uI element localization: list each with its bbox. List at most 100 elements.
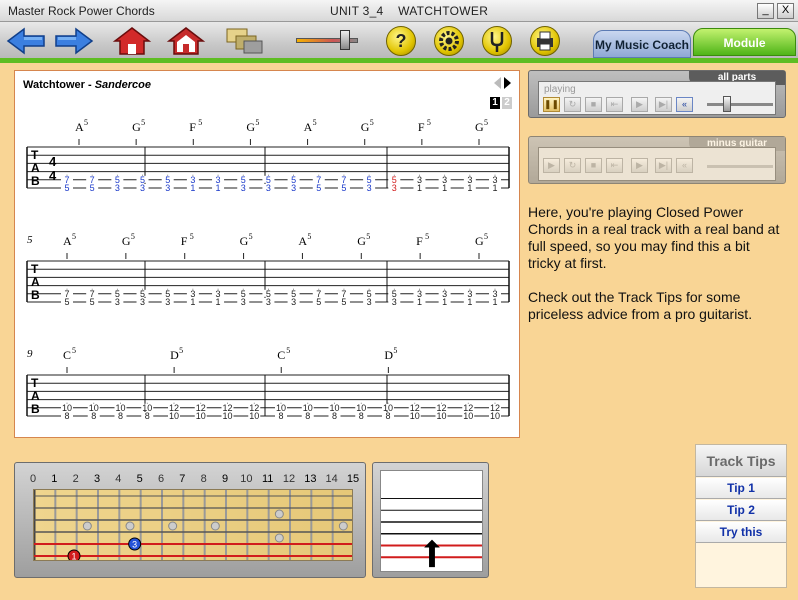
back-arrow-icon[interactable] [6, 26, 46, 56]
tuning-fork-icon [490, 32, 504, 52]
tab-clef-letter: B [31, 174, 40, 188]
fret-number-label: 5 [136, 473, 143, 485]
fret-inlay [125, 521, 135, 531]
loop-button[interactable]: ↻ [564, 97, 581, 112]
to-start-button[interactable]: ⇤ [606, 97, 623, 112]
tuner-button[interactable] [482, 26, 512, 56]
chord-superscript: 5 [366, 232, 370, 241]
fret-inlay [168, 521, 178, 531]
rewind-button[interactable]: « [676, 97, 693, 112]
fret-number: 5 [316, 297, 321, 307]
fret-number-label: 0 [29, 473, 37, 485]
tab-module[interactable]: Module [693, 28, 796, 56]
fret-number: 1 [190, 297, 195, 307]
forward-arrow-icon[interactable] [54, 26, 94, 56]
fret-number: 5 [64, 297, 69, 307]
fret-number: 5 [64, 183, 69, 193]
description-paragraph-1: Here, you're playing Closed Power Chords… [528, 204, 780, 271]
fret-number: 3 [140, 183, 145, 193]
fret-number-label: 9 [221, 473, 229, 485]
cards-icon[interactable] [224, 26, 264, 56]
home-icon[interactable] [112, 26, 152, 56]
fret-number: 3 [392, 297, 397, 307]
skip-start-icon: ⇤ [610, 99, 619, 109]
fret-number: 1 [216, 183, 221, 193]
minus-loop-button[interactable]: ↻ [564, 158, 581, 173]
fret-number: 1 [492, 297, 497, 307]
tab-clef-letter: T [31, 376, 39, 390]
tab-clef-letter: A [31, 389, 40, 403]
fret-number: 1 [417, 183, 422, 193]
play-icon: ▶ [636, 99, 643, 109]
stop-icon: ■ [590, 99, 597, 109]
fret-number: 8 [332, 411, 337, 421]
chord-name: G [475, 120, 484, 134]
fretboard-panel: 0 1 2 3 4 5 6 7 8 9 10 11 12 13 14 15 13 [14, 462, 366, 578]
close-button[interactable]: X [777, 3, 794, 19]
fret-number: 10 [196, 411, 206, 421]
fret-number: 3 [115, 183, 120, 193]
chord-name: D [170, 348, 179, 362]
fret-number: 1 [442, 183, 447, 193]
minus-play-button[interactable]: ▶ [543, 158, 560, 173]
fret-number-label: 12 [282, 473, 296, 485]
all-parts-volume-knob[interactable] [723, 96, 731, 112]
bar-number: 5 [27, 234, 33, 246]
master-volume-knob[interactable] [340, 30, 350, 50]
fret-number: 10 [436, 411, 446, 421]
chord-name: C [277, 348, 285, 362]
app-title: Master Rock Power Chords [8, 4, 155, 18]
fret-number: 3 [291, 297, 296, 307]
fretboard[interactable]: 13 [33, 489, 353, 561]
chord-name: G [361, 120, 370, 134]
tab-my-music-coach[interactable]: My Music Coach [593, 30, 691, 58]
tip-1-button[interactable]: Tip 1 [696, 478, 786, 499]
minus-to-start-button[interactable]: ⇤ [606, 158, 623, 173]
minus-play2-button[interactable]: ▶ [631, 158, 648, 173]
chord-superscript: 5 [484, 118, 488, 127]
fret-number: 8 [118, 411, 123, 421]
chord-superscript: 5 [84, 118, 88, 127]
chord-superscript: 5 [425, 232, 429, 241]
skip-start-icon: ⇤ [610, 160, 619, 170]
stop-button[interactable]: ■ [585, 97, 602, 112]
pause-button[interactable]: ❚❚ [543, 97, 560, 112]
tab-clef-letter: B [31, 402, 40, 416]
fret-number-label: 14 [325, 473, 338, 485]
chord-name: F [418, 120, 425, 134]
fret-number-label: 4 [115, 473, 122, 485]
chord-superscript: 5 [286, 346, 290, 355]
fret-number: 3 [291, 183, 296, 193]
minus-rewind-button[interactable]: « [676, 158, 693, 173]
fret-number-label: 15 [346, 473, 360, 485]
settings-button[interactable] [434, 26, 464, 56]
play-button[interactable]: ▶ [631, 97, 648, 112]
help-button[interactable]: ? [386, 26, 416, 56]
print-button[interactable] [530, 26, 560, 56]
fret-number: 8 [91, 411, 96, 421]
chord-name: F [416, 234, 423, 248]
try-this-button[interactable]: Try this [696, 522, 786, 543]
tip-2-button[interactable]: Tip 2 [696, 500, 786, 521]
house-outline-icon[interactable] [166, 26, 206, 56]
chord-name: G [475, 234, 484, 248]
fret-inlay [338, 521, 348, 531]
chord-superscript: 5 [179, 346, 183, 355]
chord-superscript: 5 [141, 118, 145, 127]
chord-name: A [304, 120, 313, 134]
minus-volume-track[interactable] [707, 165, 773, 168]
tab-clef-letter: T [31, 262, 39, 276]
record-button[interactable]: ▶| [655, 97, 672, 112]
minimize-button[interactable]: _ [757, 3, 774, 19]
fret-number: 5 [90, 297, 95, 307]
fret-number: 3 [241, 183, 246, 193]
fret-number: 3 [140, 297, 145, 307]
fret-number: 10 [463, 411, 473, 421]
chord-name: F [189, 120, 196, 134]
all-parts-volume-track[interactable] [707, 103, 773, 106]
lesson-description: Here, you're playing Closed Power Chords… [528, 204, 786, 340]
fret-number: 5 [341, 183, 346, 193]
minus-stop-button[interactable]: ■ [585, 158, 602, 173]
strum-panel [372, 462, 489, 578]
minus-record-button[interactable]: ▶| [655, 158, 672, 173]
